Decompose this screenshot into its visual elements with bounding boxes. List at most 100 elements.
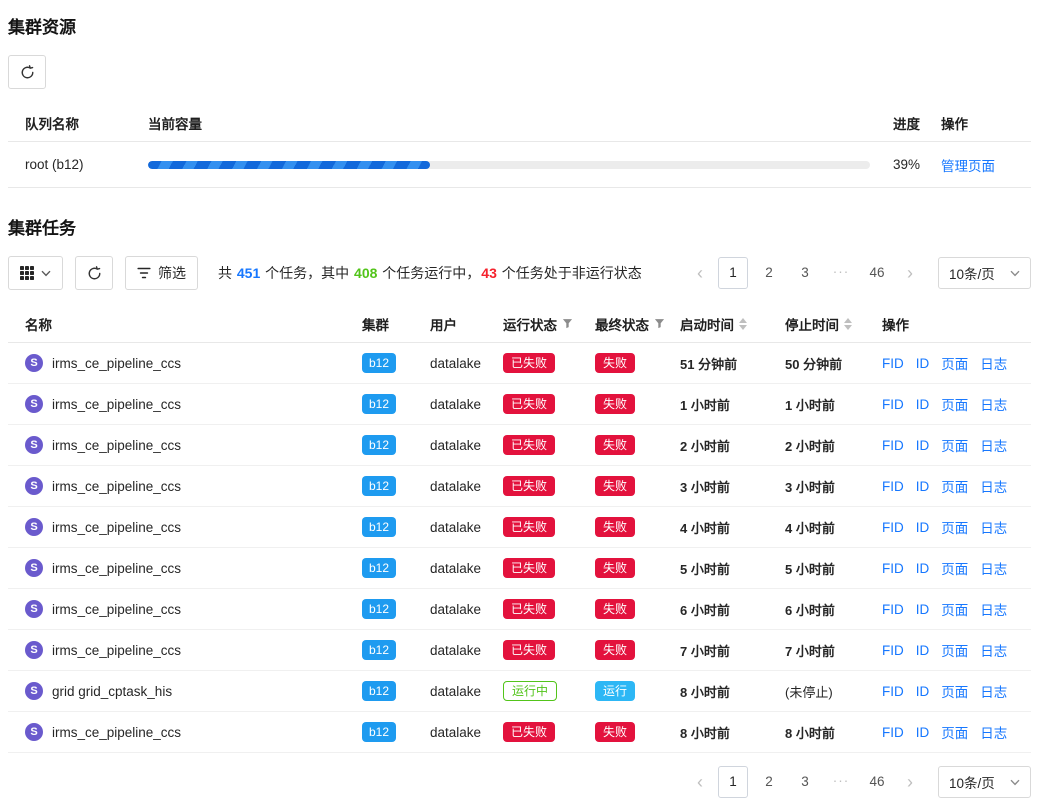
run-status-cell: 已失败 <box>503 599 595 619</box>
next-page-button[interactable]: › <box>898 257 922 289</box>
action-link-id[interactable]: ID <box>916 602 930 617</box>
cluster-cell: b12 <box>362 681 430 701</box>
action-link-page[interactable]: 页面 <box>941 722 968 742</box>
layout-menu-button[interactable] <box>8 256 63 290</box>
action-link-log[interactable]: 日志 <box>980 558 1007 578</box>
summary-text: 个任务处于非运行状态 <box>498 265 642 281</box>
action-link-log[interactable]: 日志 <box>980 353 1007 373</box>
refresh-tasks-button[interactable] <box>75 256 113 290</box>
action-link-id[interactable]: ID <box>916 643 930 658</box>
task-user: datalake <box>430 520 503 535</box>
page-button-3[interactable]: 3 <box>790 257 820 289</box>
action-link-page[interactable]: 页面 <box>941 558 968 578</box>
start-time: 4 小时前 <box>680 518 785 537</box>
action-link-id[interactable]: ID <box>916 356 930 371</box>
filter-icon[interactable] <box>562 318 573 329</box>
prev-page-button[interactable]: ‹ <box>688 766 712 798</box>
page-button-46[interactable]: 46 <box>862 766 892 798</box>
next-page-button[interactable]: › <box>898 766 922 798</box>
page-button-1[interactable]: 1 <box>718 766 748 798</box>
final-status-cell: 失败 <box>595 353 680 373</box>
action-link-id[interactable]: ID <box>916 479 930 494</box>
action-link-fid[interactable]: FID <box>882 479 904 494</box>
refresh-icon <box>87 266 102 281</box>
page-ellipsis[interactable]: ··· <box>826 257 856 289</box>
action-link-fid[interactable]: FID <box>882 520 904 535</box>
action-link-page[interactable]: 页面 <box>941 681 968 701</box>
action-link-log[interactable]: 日志 <box>980 722 1007 742</box>
filter-button[interactable]: 筛选 <box>125 256 198 290</box>
task-row: S irms_ce_pipeline_ccs b12 datalake 已失败 … <box>8 548 1031 589</box>
action-link-id[interactable]: ID <box>916 397 930 412</box>
final-status-badge: 失败 <box>595 722 635 742</box>
task-name-cell: S irms_ce_pipeline_ccs <box>8 723 362 741</box>
running-task-count: 408 <box>354 265 377 281</box>
prev-page-button[interactable]: ‹ <box>688 257 712 289</box>
final-status-badge: 失败 <box>595 640 635 660</box>
page-button-1[interactable]: 1 <box>718 257 748 289</box>
action-link-fid[interactable]: FID <box>882 397 904 412</box>
stop-time: 4 小时前 <box>785 518 882 537</box>
action-link-id[interactable]: ID <box>916 684 930 699</box>
column-header-start-time: 启动时间 <box>680 314 785 334</box>
stop-time: 50 分钟前 <box>785 354 882 373</box>
action-link-page[interactable]: 页面 <box>941 394 968 414</box>
task-user: datalake <box>430 725 503 740</box>
sort-icon[interactable] <box>739 318 747 330</box>
spark-avatar-icon: S <box>25 723 43 741</box>
task-row: S irms_ce_pipeline_ccs b12 datalake 已失败 … <box>8 630 1031 671</box>
action-link-log[interactable]: 日志 <box>980 640 1007 660</box>
sort-icon[interactable] <box>844 318 852 330</box>
action-link-page[interactable]: 页面 <box>941 517 968 537</box>
resources-table-header: 队列名称 当前容量 进度 操作 <box>8 105 1031 142</box>
progress-percent: 39% <box>893 157 941 172</box>
task-name-cell: S irms_ce_pipeline_ccs <box>8 354 362 372</box>
final-status-cell: 运行 <box>595 681 680 701</box>
refresh-resources-button[interactable] <box>8 55 46 89</box>
action-link-fid[interactable]: FID <box>882 725 904 740</box>
action-link-id[interactable]: ID <box>916 520 930 535</box>
column-header-start-time-label: 启动时间 <box>680 314 734 334</box>
page-size-select[interactable]: 10条/页 <box>938 257 1031 289</box>
task-row: S irms_ce_pipeline_ccs b12 datalake 已失败 … <box>8 466 1031 507</box>
final-status-cell: 失败 <box>595 394 680 414</box>
page-size-select[interactable]: 10条/页 <box>938 766 1031 798</box>
page-button-46[interactable]: 46 <box>862 257 892 289</box>
tasks-table: 名称 集群 用户 运行状态 最终状态 启动时间 停止时间 操作 S <box>8 305 1031 753</box>
manage-page-link[interactable]: 管理页面 <box>941 159 995 174</box>
action-link-log[interactable]: 日志 <box>980 517 1007 537</box>
action-link-fid[interactable]: FID <box>882 561 904 576</box>
task-user: datalake <box>430 356 503 371</box>
action-link-page[interactable]: 页面 <box>941 435 968 455</box>
page-button-2[interactable]: 2 <box>754 766 784 798</box>
action-link-log[interactable]: 日志 <box>980 394 1007 414</box>
task-actions: FID ID 页面日志 <box>882 435 1031 455</box>
action-link-fid[interactable]: FID <box>882 684 904 699</box>
action-link-page[interactable]: 页面 <box>941 599 968 619</box>
start-time: 51 分钟前 <box>680 354 785 373</box>
action-link-page[interactable]: 页面 <box>941 640 968 660</box>
action-link-log[interactable]: 日志 <box>980 681 1007 701</box>
action-link-page[interactable]: 页面 <box>941 353 968 373</box>
task-actions: FID ID 页面日志 <box>882 599 1031 619</box>
action-link-log[interactable]: 日志 <box>980 435 1007 455</box>
column-header-capacity: 当前容量 <box>148 113 893 133</box>
page-ellipsis[interactable]: ··· <box>826 766 856 798</box>
cluster-cell: b12 <box>362 476 430 496</box>
action-link-id[interactable]: ID <box>916 561 930 576</box>
page-button-2[interactable]: 2 <box>754 257 784 289</box>
run-status-badge: 已失败 <box>503 476 555 496</box>
action-link-fid[interactable]: FID <box>882 643 904 658</box>
column-header-final-status-label: 最终状态 <box>595 314 649 334</box>
action-link-id[interactable]: ID <box>916 438 930 453</box>
action-link-fid[interactable]: FID <box>882 438 904 453</box>
action-link-log[interactable]: 日志 <box>980 599 1007 619</box>
action-link-id[interactable]: ID <box>916 725 930 740</box>
task-row: S irms_ce_pipeline_ccs b12 datalake 已失败 … <box>8 507 1031 548</box>
action-link-page[interactable]: 页面 <box>941 476 968 496</box>
action-link-fid[interactable]: FID <box>882 356 904 371</box>
page-button-3[interactable]: 3 <box>790 766 820 798</box>
filter-icon[interactable] <box>654 318 665 329</box>
action-link-fid[interactable]: FID <box>882 602 904 617</box>
action-link-log[interactable]: 日志 <box>980 476 1007 496</box>
